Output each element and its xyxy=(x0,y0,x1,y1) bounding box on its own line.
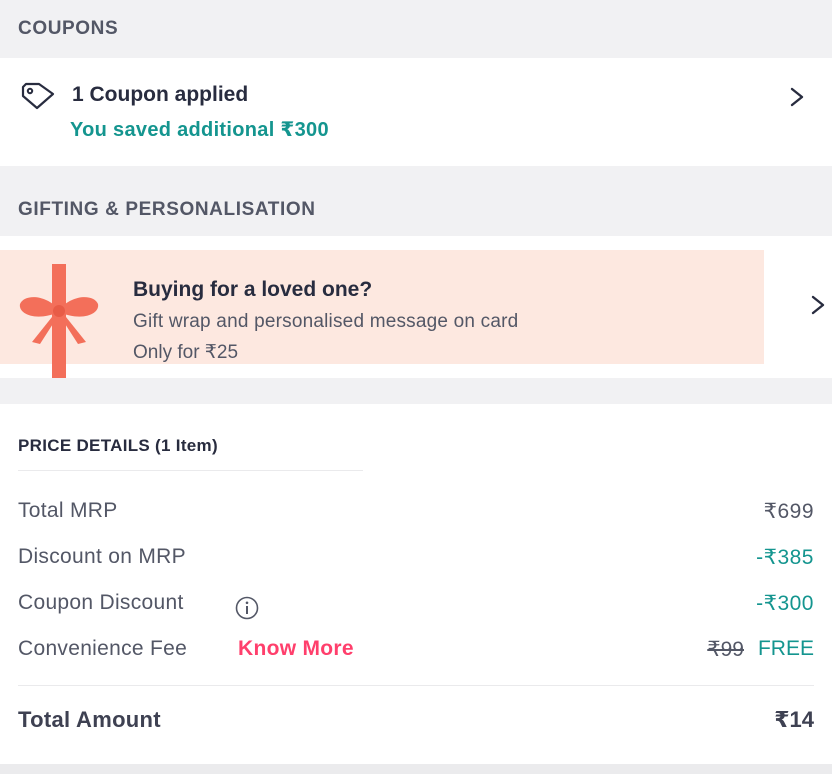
price-row-value: -₹300 xyxy=(756,592,814,615)
price-details-card: PRICE DETAILS (1 Item) Total MRP ₹699 Di… xyxy=(0,404,832,764)
gift-ribbon-icon xyxy=(19,264,99,380)
original-fee: ₹99 xyxy=(707,638,744,661)
fee-free-value: FREE xyxy=(757,637,814,660)
coupons-section-header: COUPONS xyxy=(0,0,832,58)
section-divider xyxy=(0,378,832,404)
total-mrp-row: Total MRP ₹699 xyxy=(18,499,814,531)
total-amount-value: ₹14 xyxy=(774,707,814,732)
gift-wrap-row[interactable]: Buying for a loved one? Gift wrap and pe… xyxy=(0,236,832,380)
discount-on-mrp-row: Discount on MRP -₹385 xyxy=(18,545,814,577)
bottom-divider xyxy=(0,764,832,774)
know-more-link[interactable]: Know More xyxy=(238,637,354,661)
gift-wrap-banner[interactable]: Buying for a loved one? Gift wrap and pe… xyxy=(0,250,764,380)
divider xyxy=(18,685,814,686)
price-row-label: Convenience Fee xyxy=(18,637,188,660)
price-row-value: -₹385 xyxy=(756,546,814,569)
tag-icon xyxy=(21,82,55,110)
total-amount-row: Total Amount ₹14 xyxy=(18,707,814,741)
chevron-right-icon[interactable] xyxy=(810,294,826,316)
total-amount-label: Total Amount xyxy=(18,707,161,732)
gift-title: Buying for a loved one? xyxy=(133,278,373,301)
info-icon[interactable] xyxy=(234,595,260,621)
price-row-label: Discount on MRP xyxy=(18,545,186,568)
divider xyxy=(18,470,363,471)
price-details-header: PRICE DETAILS (1 Item) xyxy=(18,436,218,455)
coupon-discount-row: Coupon Discount -₹300 xyxy=(18,591,814,623)
convenience-fee-row: Convenience Fee Know More ₹99 FREE xyxy=(18,637,814,669)
price-row-value: ₹699 xyxy=(763,500,814,523)
gift-subtitle: Gift wrap and personalised message on ca… xyxy=(133,311,519,332)
coupon-title: 1 Coupon applied xyxy=(72,83,249,106)
price-row-label: Coupon Discount xyxy=(18,591,184,614)
chevron-right-icon[interactable] xyxy=(788,86,806,108)
gift-price: Only for ₹25 xyxy=(133,342,239,363)
price-row-label: Total MRP xyxy=(18,499,118,522)
coupon-applied-row[interactable]: 1 Coupon applied You saved additional ₹3… xyxy=(0,58,832,166)
gifting-section-header: GIFTING & PERSONALISATION xyxy=(0,166,832,236)
coupon-saved-text: You saved additional ₹300 xyxy=(70,119,329,141)
